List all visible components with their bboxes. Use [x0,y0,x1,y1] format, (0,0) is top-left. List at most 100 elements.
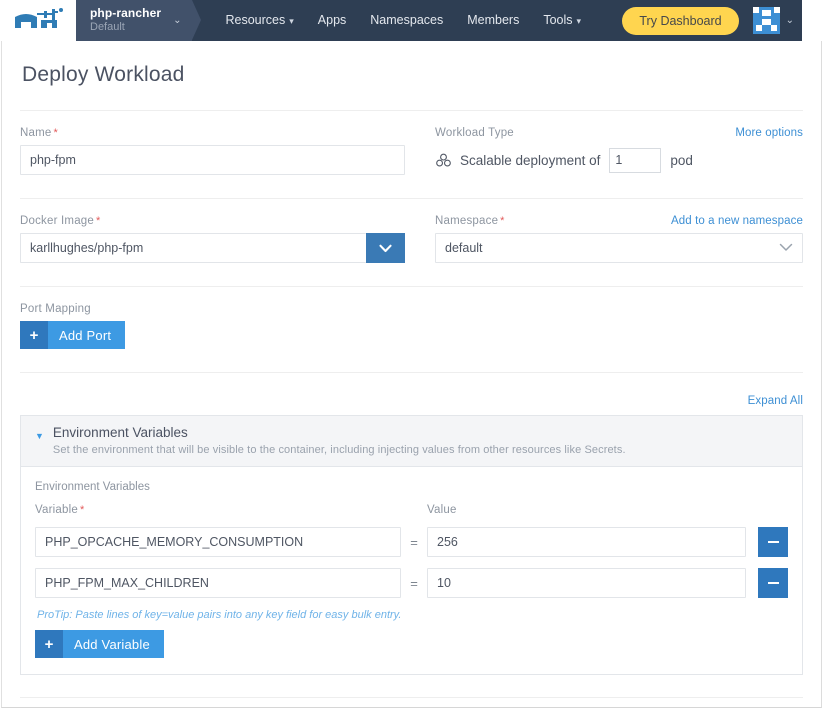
nav-label-resources: Resources [225,12,286,27]
section-divider-3 [20,372,803,373]
name-input[interactable] [20,145,405,175]
accordion-title: Environment Variables [52,425,188,440]
top-navbar: php-rancher Default ⌄ Resources ▾ Apps Na… [0,0,823,41]
chevron-down-icon: ▾ [576,15,582,26]
env-var-key-input-1[interactable] [35,527,401,558]
workload-type-label-row: Workload Type More options [435,127,803,145]
workload-type-group: Workload Type More options Scalable depl… [435,127,803,175]
table-row: = [35,527,788,558]
docker-image-input[interactable] [20,233,366,263]
accordion-description: Set the environment that will be visible… [52,444,626,457]
chevron-down-icon: ⌄ [785,15,794,26]
namespace-select-wrap [435,233,803,263]
scalable-deployment-icon [435,152,452,169]
caret-down-icon: ▼ [35,431,44,441]
env-vars-column-headers: Variable * Value [35,504,788,522]
env-var-key-input-2[interactable] [35,568,401,599]
env-var-value-input-2[interactable] [427,568,746,599]
workload-type-label: Workload Type [435,127,514,139]
namespace-label-row: Namespace * Add to a new namespace [435,215,803,233]
column-header-variable-text: Variable [35,504,78,517]
namespace-select[interactable] [435,233,803,263]
accordion-header-text: Environment Variables Set the environmen… [53,425,626,456]
port-mapping-label: Port Mapping [20,303,91,315]
page-content: Deploy Workload Name* Workload Type More… [1,41,822,708]
user-identicon-avatar-icon [752,7,780,34]
environment-variables-accordion-body: Environment Variables Variable* Value = [21,467,802,674]
name-label-text: Name [20,127,52,139]
form-row-ports: Port Mapping + Add Port [20,303,803,349]
bottom-divider [20,697,803,699]
namespace-label: Namespace * [435,215,505,227]
plus-icon: + [20,321,48,349]
docker-image-label: Docker Image * [20,215,405,227]
nav-item-resources[interactable]: Resources ▾ [214,0,306,42]
port-mapping-group: Port Mapping + Add Port [20,303,435,349]
project-name: php-rancher [90,6,162,21]
navbar-links: Resources ▾ Apps Namespaces Members Tools… [214,0,594,41]
equals-sign: = [410,534,418,550]
docker-image-group: Docker Image * [20,215,435,263]
docker-image-dropdown-button[interactable] [366,233,405,263]
docker-image-label-text: Docker Image [20,215,94,227]
add-new-namespace-link[interactable]: Add to a new namespace [671,215,803,227]
user-menu[interactable]: ⌄ [752,7,794,34]
port-mapping-spacer [435,303,803,349]
try-dashboard-button[interactable]: Try Dashboard [622,6,739,35]
column-header-variable: Variable * [35,504,401,516]
environment-variables-accordion: ▼ Environment Variables Set the environm… [20,415,803,676]
add-variable-button-label: Add Variable [63,630,164,659]
nav-item-members[interactable]: Members [455,0,531,41]
column-header-value: Value [427,504,457,517]
project-switcher[interactable]: php-rancher Default ⌄ [76,0,200,41]
chevron-down-icon [379,244,392,253]
expand-all-row: Expand All [20,395,803,407]
name-label: Name * [20,127,405,139]
nav-item-apps[interactable]: Apps [306,0,359,41]
section-divider-2 [20,286,803,287]
chevron-down-icon: ⌄ [173,15,182,26]
namespace-group: Namespace * Add to a new namespace [435,215,803,263]
project-scope: Default [90,21,125,34]
nav-label-members: Members [467,13,520,27]
add-variable-button[interactable]: + Add Variable [35,630,164,659]
form-row-image: Docker Image* Namesp [20,215,803,263]
page-title: Deploy Workload [22,63,185,86]
equals-sign: = [410,575,418,591]
name-field-group: Name * [20,127,435,175]
env-vars-protip: ProTip: Paste lines of key=value pairs i… [37,609,402,622]
required-marker: * [95,215,101,227]
nav-label-namespaces: Namespaces [370,13,444,27]
nav-item-tools[interactable]: Tools ▾ [531,0,593,42]
app-window: php-rancher Default ⌄ Resources ▾ Apps Na… [0,0,823,709]
nav-label-tools: Tools [543,12,573,27]
form-row-name: Name* Workload Type More options [20,127,803,175]
add-port-button-label: Add Port [48,321,126,349]
table-row: = [35,568,788,599]
nav-label-apps: Apps [317,13,347,27]
remove-env-var-button-1[interactable] [758,527,788,558]
project-switcher-text: php-rancher Default [90,6,162,34]
minus-icon [767,541,779,544]
chevron-down-icon: ▾ [289,15,294,26]
more-options-link[interactable]: More options [735,127,803,139]
rancher-logo[interactable] [0,0,76,41]
add-port-button[interactable]: + Add Port [20,321,126,349]
environment-variables-accordion-header[interactable]: ▼ Environment Variables Set the environm… [21,416,802,468]
plus-icon: + [35,630,63,659]
workload-type-text-before: Scalable deployment of [460,152,601,168]
required-marker: * [53,127,58,139]
env-var-value-input-1[interactable] [427,527,746,558]
required-marker: * [500,215,505,227]
env-vars-section-caption: Environment Variables [35,481,150,494]
nav-item-namespaces[interactable]: Namespaces [358,0,455,41]
expand-all-link[interactable]: Expand All [748,395,803,407]
pod-count-input[interactable] [609,147,662,173]
navbar-right: Try Dashboard ⌄ [622,0,802,41]
title-divider [20,110,803,111]
remove-env-var-button-2[interactable] [758,568,788,599]
workload-type-value: Scalable deployment of pod [435,145,803,175]
navbar-tail-spacer [802,0,823,41]
docker-image-input-group [20,233,405,263]
minus-icon [767,582,779,585]
